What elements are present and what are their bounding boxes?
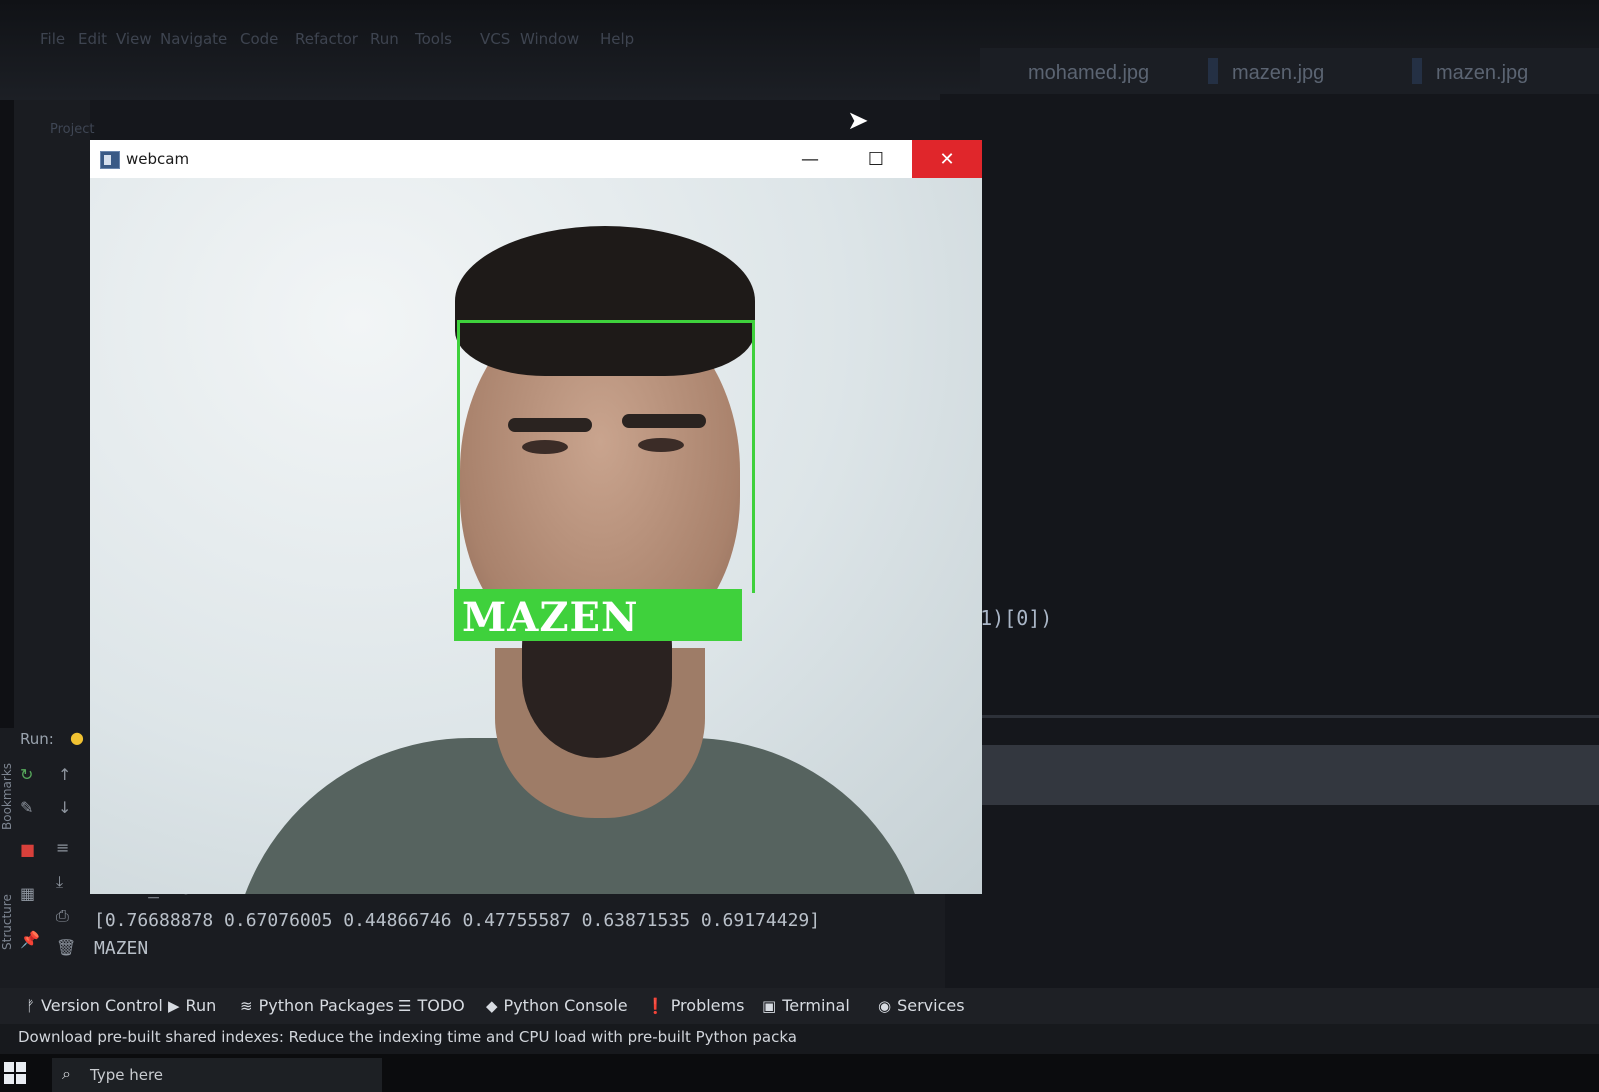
python-icon: ◆ bbox=[486, 996, 498, 1015]
tab-label: TODO bbox=[417, 996, 465, 1015]
status-message[interactable]: Download pre-built shared indexes: Reduc… bbox=[18, 1028, 797, 1046]
tab-services[interactable]: ◉ Services bbox=[878, 996, 965, 1015]
maximize-icon[interactable]: ☐ bbox=[846, 140, 906, 178]
terminal-icon: ▣ bbox=[762, 996, 777, 1015]
menu-edit[interactable]: Edit bbox=[78, 30, 107, 48]
search-placeholder: Type here bbox=[90, 1066, 164, 1084]
taskbar-search[interactable]: ⌕ Type here bbox=[52, 1058, 382, 1092]
webcam-feed: MAZEN bbox=[90, 178, 982, 894]
tab-todo[interactable]: ☰ TODO bbox=[398, 996, 465, 1015]
tab-mohamed-jpg[interactable]: mohamed.jpg bbox=[1028, 62, 1149, 85]
tab-label: Terminal bbox=[782, 996, 850, 1015]
image-file-icon bbox=[1412, 58, 1422, 84]
menu-navigate[interactable]: Navigate bbox=[160, 30, 227, 48]
tab-terminal[interactable]: ▣ Terminal bbox=[762, 996, 850, 1015]
warning-icon: ❗ bbox=[646, 996, 665, 1015]
webcam-window-title: webcam bbox=[126, 150, 190, 168]
image-file-icon bbox=[1208, 58, 1218, 84]
menu-run[interactable]: Run bbox=[370, 30, 399, 48]
search-icon: ⌕ bbox=[62, 1064, 71, 1083]
scroll-to-end-icon[interactable]: ⤓ bbox=[56, 872, 63, 892]
tab-label: Services bbox=[897, 996, 965, 1015]
detected-face-name: MAZEN bbox=[462, 594, 639, 641]
close-icon[interactable]: ✕ bbox=[912, 140, 982, 178]
soft-wrap-icon[interactable]: ≡ bbox=[56, 838, 69, 857]
tab-label: Problems bbox=[670, 996, 745, 1015]
menu-view[interactable]: View bbox=[116, 30, 152, 48]
tab-version-control[interactable]: ᚠ Version Control bbox=[26, 996, 163, 1015]
console-line: [0.76688878 0.67076005 0.44866746 0.4775… bbox=[94, 910, 821, 931]
stop-icon[interactable]: ■ bbox=[20, 840, 35, 859]
python-icon: ● bbox=[70, 728, 84, 747]
branch-icon: ᚠ bbox=[26, 996, 36, 1015]
window-app-icon bbox=[100, 151, 120, 169]
project-panel-title[interactable]: Project bbox=[50, 122, 94, 137]
rerun-icon[interactable]: ↻ bbox=[20, 765, 33, 784]
layout-icon[interactable]: ▦ bbox=[20, 884, 35, 903]
layers-icon: ≋ bbox=[240, 996, 253, 1015]
mouse-cursor-icon: ➤ bbox=[847, 106, 869, 136]
tab-label: Run bbox=[185, 996, 217, 1015]
tab-python-console[interactable]: ◆ Python Console bbox=[486, 996, 628, 1015]
list-icon: ☰ bbox=[398, 996, 412, 1015]
print-icon[interactable]: ⎙ bbox=[56, 906, 69, 926]
menu-code[interactable]: Code bbox=[240, 30, 278, 48]
wrench-icon[interactable]: ✎ bbox=[20, 798, 33, 817]
face-detection-box bbox=[457, 320, 755, 593]
arrow-down-icon[interactable]: ↓ bbox=[58, 798, 71, 817]
tab-label: Python Packages bbox=[258, 996, 394, 1015]
tab-problems[interactable]: ❗ Problems bbox=[646, 996, 744, 1015]
trash-icon[interactable]: 🗑 bbox=[56, 938, 76, 957]
bookmarks-side-tab[interactable]: Bookmarks bbox=[0, 763, 14, 830]
windows-start-icon[interactable] bbox=[4, 1062, 26, 1084]
editor-tabs: mohamed.jpg mazen.jpg mazen.jpg bbox=[980, 48, 1599, 94]
run-panel-label: Run: bbox=[20, 730, 54, 748]
editor-scroll-band bbox=[945, 745, 1599, 805]
tab-mazen-jpg-2[interactable]: mazen.jpg bbox=[1436, 62, 1528, 85]
menu-tools[interactable]: Tools bbox=[415, 30, 452, 48]
arrow-up-icon[interactable]: ↑ bbox=[58, 765, 71, 784]
status-bar: Download pre-built shared indexes: Reduc… bbox=[0, 1024, 1599, 1054]
menu-help[interactable]: Help bbox=[600, 30, 634, 48]
tab-mazen-jpg[interactable]: mazen.jpg bbox=[1232, 62, 1324, 85]
menu-vcs[interactable]: VCS bbox=[480, 30, 510, 48]
webcam-titlebar[interactable]: webcam — ☐ ✕ bbox=[90, 140, 982, 178]
menu-window[interactable]: Window bbox=[520, 30, 579, 48]
play-icon: ▶ bbox=[168, 996, 180, 1015]
tab-label: Python Console bbox=[503, 996, 628, 1015]
menu-refactor[interactable]: Refactor bbox=[295, 30, 358, 48]
minimize-icon[interactable]: — bbox=[780, 140, 840, 178]
panel-divider[interactable] bbox=[945, 715, 1599, 718]
pin-icon[interactable]: 📌 bbox=[20, 930, 40, 949]
windows-taskbar: ⌕ Type here bbox=[0, 1054, 1599, 1092]
tab-run[interactable]: ▶ Run bbox=[168, 996, 216, 1015]
services-icon: ◉ bbox=[878, 996, 892, 1015]
console-line: MAZEN bbox=[94, 938, 149, 959]
structure-side-tab[interactable]: Structure bbox=[0, 894, 14, 950]
tab-python-packages[interactable]: ≋ Python Packages bbox=[240, 996, 394, 1015]
menu-file[interactable]: File bbox=[40, 30, 65, 48]
webcam-window[interactable]: webcam — ☐ ✕ MAZEN bbox=[90, 140, 982, 894]
tab-label: Version Control bbox=[41, 996, 163, 1015]
